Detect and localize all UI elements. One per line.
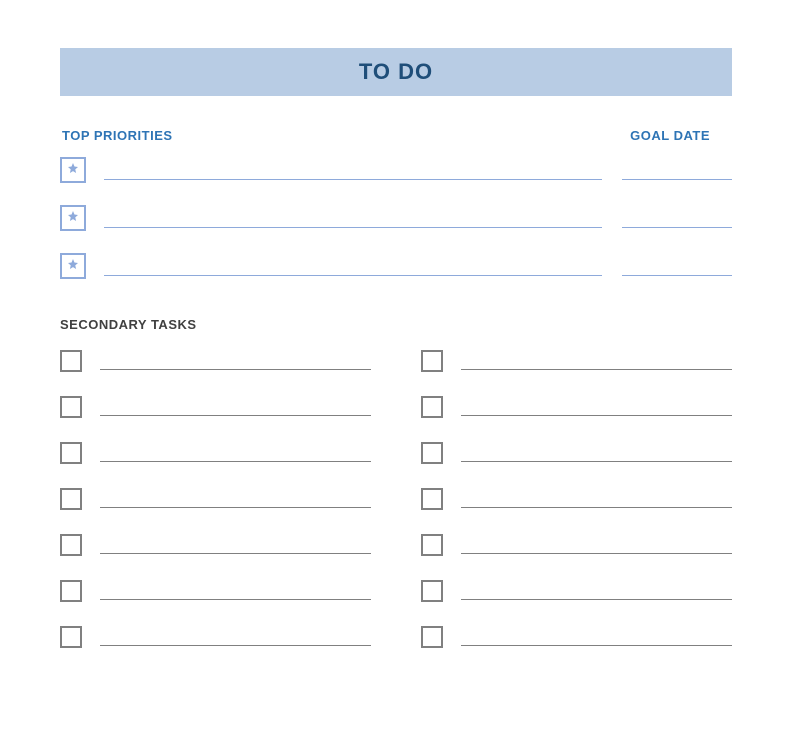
secondary-task-input[interactable]	[461, 507, 732, 508]
priority-checkbox[interactable]	[60, 205, 86, 231]
task-checkbox[interactable]	[60, 534, 82, 556]
secondary-row	[421, 488, 732, 510]
star-icon	[67, 161, 79, 179]
goal-date-label: GOAL DATE	[630, 128, 710, 143]
goal-date-input[interactable]	[622, 227, 732, 228]
priority-checkbox[interactable]	[60, 253, 86, 279]
star-icon	[67, 257, 79, 275]
secondary-tasks-label: SECONDARY TASKS	[60, 317, 732, 332]
secondary-row	[421, 350, 732, 372]
secondary-task-input[interactable]	[100, 553, 371, 554]
secondary-row	[421, 580, 732, 602]
priorities-header: TOP PRIORITIES GOAL DATE	[60, 128, 732, 143]
task-checkbox[interactable]	[421, 580, 443, 602]
secondary-grid	[60, 350, 732, 672]
secondary-row	[60, 534, 371, 556]
priority-task-input[interactable]	[104, 275, 602, 276]
task-checkbox[interactable]	[421, 626, 443, 648]
task-checkbox[interactable]	[421, 442, 443, 464]
priority-rows	[60, 157, 732, 279]
secondary-task-input[interactable]	[100, 369, 371, 370]
priority-task-input[interactable]	[104, 179, 602, 180]
task-checkbox[interactable]	[60, 488, 82, 510]
secondary-row	[421, 534, 732, 556]
secondary-task-input[interactable]	[461, 461, 732, 462]
secondary-task-input[interactable]	[461, 369, 732, 370]
priority-row	[60, 157, 732, 183]
priority-task-input[interactable]	[104, 227, 602, 228]
secondary-task-input[interactable]	[100, 507, 371, 508]
task-checkbox[interactable]	[60, 626, 82, 648]
secondary-row	[60, 580, 371, 602]
task-checkbox[interactable]	[60, 442, 82, 464]
secondary-task-input[interactable]	[461, 645, 732, 646]
secondary-row	[60, 626, 371, 648]
page-title: TO DO	[359, 59, 433, 85]
secondary-column-right	[421, 350, 732, 672]
secondary-row	[421, 626, 732, 648]
secondary-task-input[interactable]	[100, 599, 371, 600]
secondary-task-input[interactable]	[100, 461, 371, 462]
priority-checkbox[interactable]	[60, 157, 86, 183]
secondary-task-input[interactable]	[461, 553, 732, 554]
task-checkbox[interactable]	[60, 396, 82, 418]
task-checkbox[interactable]	[60, 350, 82, 372]
priority-row	[60, 253, 732, 279]
secondary-task-input[interactable]	[461, 599, 732, 600]
task-checkbox[interactable]	[421, 396, 443, 418]
task-checkbox[interactable]	[60, 580, 82, 602]
secondary-row	[60, 396, 371, 418]
goal-date-input[interactable]	[622, 275, 732, 276]
secondary-task-input[interactable]	[100, 415, 371, 416]
secondary-row	[421, 442, 732, 464]
goal-date-input[interactable]	[622, 179, 732, 180]
title-bar: TO DO	[60, 48, 732, 96]
task-checkbox[interactable]	[421, 350, 443, 372]
secondary-row	[421, 396, 732, 418]
secondary-row	[60, 488, 371, 510]
priority-row	[60, 205, 732, 231]
secondary-row	[60, 442, 371, 464]
secondary-task-input[interactable]	[461, 415, 732, 416]
task-checkbox[interactable]	[421, 534, 443, 556]
star-icon	[67, 209, 79, 227]
secondary-row	[60, 350, 371, 372]
top-priorities-label: TOP PRIORITIES	[62, 128, 173, 143]
secondary-task-input[interactable]	[100, 645, 371, 646]
task-checkbox[interactable]	[421, 488, 443, 510]
secondary-column-left	[60, 350, 371, 672]
